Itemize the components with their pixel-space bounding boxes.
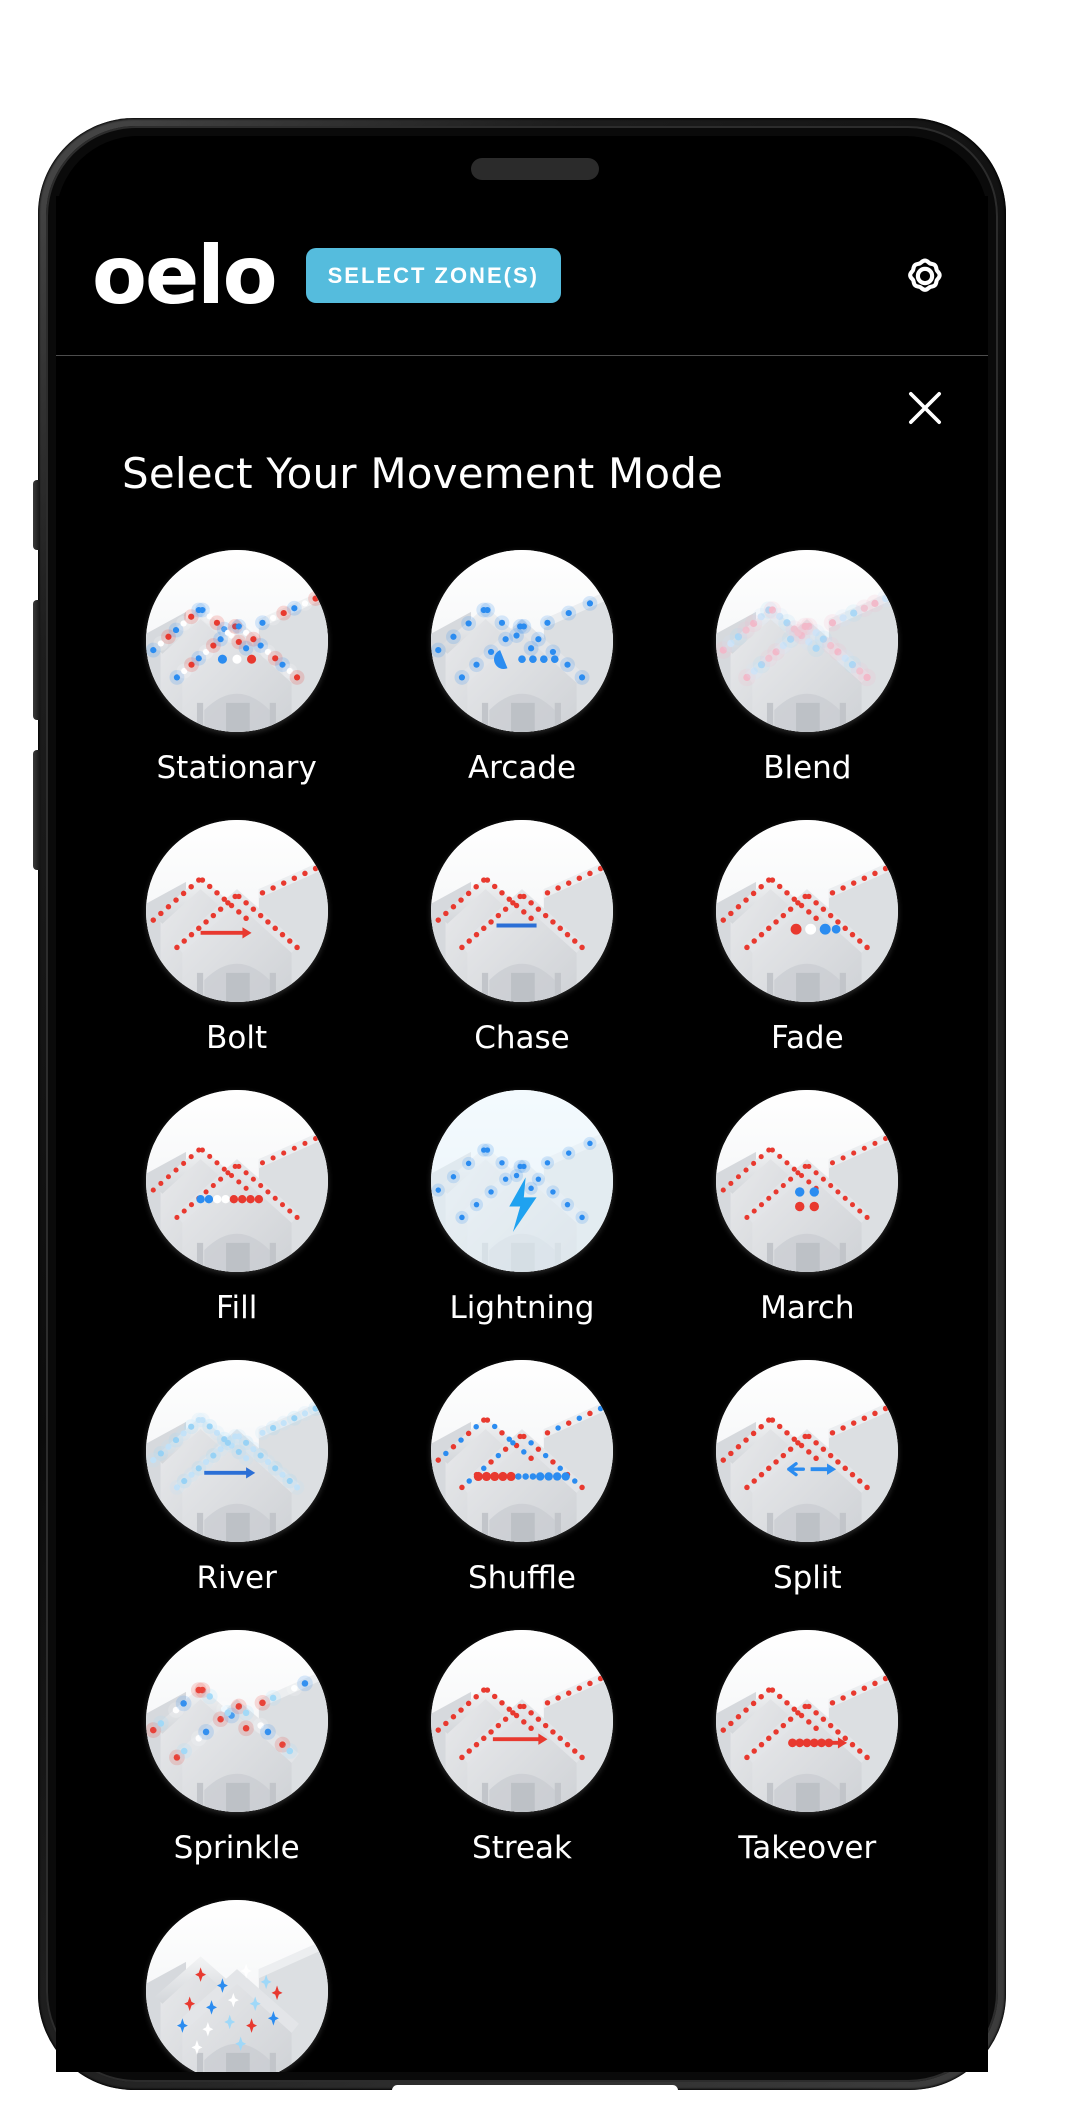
movement-mode-item[interactable]: Fill: [94, 1090, 379, 1326]
movement-mode-thumbnail: [145, 1900, 328, 2072]
movement-mode-thumbnail: [145, 1360, 328, 1542]
screenshot-root: oelo SELECT ZONE(S) Select Your Movement…: [0, 0, 1070, 2122]
movement-mode-thumbnail: [716, 1630, 899, 1812]
movement-mode-label: Fade: [770, 1020, 844, 1056]
movement-mode-thumbnail: [716, 1090, 899, 1272]
movement-mode-grid: Stationary Arcade Blend Bolt Chase Fade …: [56, 550, 988, 2072]
movement-mode-item[interactable]: Blend: [665, 550, 950, 786]
movement-mode-item[interactable]: Lightning: [379, 1090, 664, 1326]
movement-mode-thumbnail: [430, 1630, 613, 1812]
movement-mode-thumbnail: [430, 1360, 613, 1542]
movement-mode-thumbnail: [716, 820, 899, 1002]
movement-mode-label: Takeover: [738, 1830, 877, 1866]
movement-mode-item[interactable]: Arcade: [379, 550, 664, 786]
movement-mode-label: March: [760, 1290, 855, 1326]
movement-mode-item[interactable]: Chase: [379, 820, 664, 1056]
movement-mode-label: Split: [772, 1560, 842, 1596]
movement-mode-label: Stationary: [156, 750, 317, 786]
app-header: oelo SELECT ZONE(S): [56, 196, 988, 356]
movement-mode-thumbnail: [145, 1630, 328, 1812]
gear-icon: [908, 258, 942, 292]
close-panel-button[interactable]: [898, 381, 952, 435]
phone-dynamic-island: [471, 158, 599, 180]
movement-mode-label: Lightning: [449, 1290, 595, 1326]
movement-mode-label: Streak: [472, 1830, 572, 1866]
phone-volume-down-button[interactable]: [33, 750, 40, 870]
movement-mode-label: River: [196, 1560, 277, 1596]
panel-close-row: [56, 357, 988, 449]
movement-mode-thumbnail: [716, 1360, 899, 1542]
select-zones-button[interactable]: SELECT ZONE(S): [305, 248, 561, 303]
movement-mode-item[interactable]: River: [94, 1360, 379, 1596]
movement-mode-item[interactable]: Split: [665, 1360, 950, 1596]
movement-mode-thumbnail: [430, 1090, 613, 1272]
movement-mode-label: Shuffle: [467, 1560, 576, 1596]
movement-mode-thumbnail: [145, 820, 328, 1002]
movement-mode-label: Arcade: [467, 750, 577, 786]
movement-mode-thumbnail: [430, 550, 613, 732]
movement-mode-label: Blend: [763, 750, 852, 786]
movement-mode-thumbnail: [716, 550, 899, 732]
movement-mode-thumbnail: [430, 820, 613, 1002]
phone-volume-up-button[interactable]: [33, 600, 40, 720]
close-icon: [908, 391, 942, 425]
movement-mode-label: Fill: [215, 1290, 258, 1326]
movement-mode-panel: Select Your Movement Mode Stationary Arc…: [56, 357, 988, 2072]
movement-mode-label: Chase: [474, 1020, 570, 1056]
movement-mode-item[interactable]: Streak: [379, 1630, 664, 1866]
movement-mode-item[interactable]: Shuffle: [379, 1360, 664, 1596]
phone-mute-switch[interactable]: [33, 480, 40, 550]
movement-mode-label: Sprinkle: [173, 1830, 300, 1866]
oelo-logo: oelo: [92, 228, 278, 322]
page-title: Select Your Movement Mode: [122, 449, 724, 498]
settings-gear-button[interactable]: [896, 247, 954, 305]
movement-mode-item[interactable]: Bolt: [94, 820, 379, 1056]
movement-mode-thumbnail: [145, 1090, 328, 1272]
movement-mode-item[interactable]: [94, 1900, 379, 2072]
movement-mode-item[interactable]: Stationary: [94, 550, 379, 786]
movement-mode-item[interactable]: Sprinkle: [94, 1630, 379, 1866]
movement-mode-item[interactable]: Takeover: [665, 1630, 950, 1866]
movement-mode-thumbnail: [145, 550, 328, 732]
movement-mode-label: Bolt: [206, 1020, 268, 1056]
movement-mode-item[interactable]: March: [665, 1090, 950, 1326]
home-indicator: [392, 2085, 678, 2096]
movement-mode-item[interactable]: Fade: [665, 820, 950, 1056]
